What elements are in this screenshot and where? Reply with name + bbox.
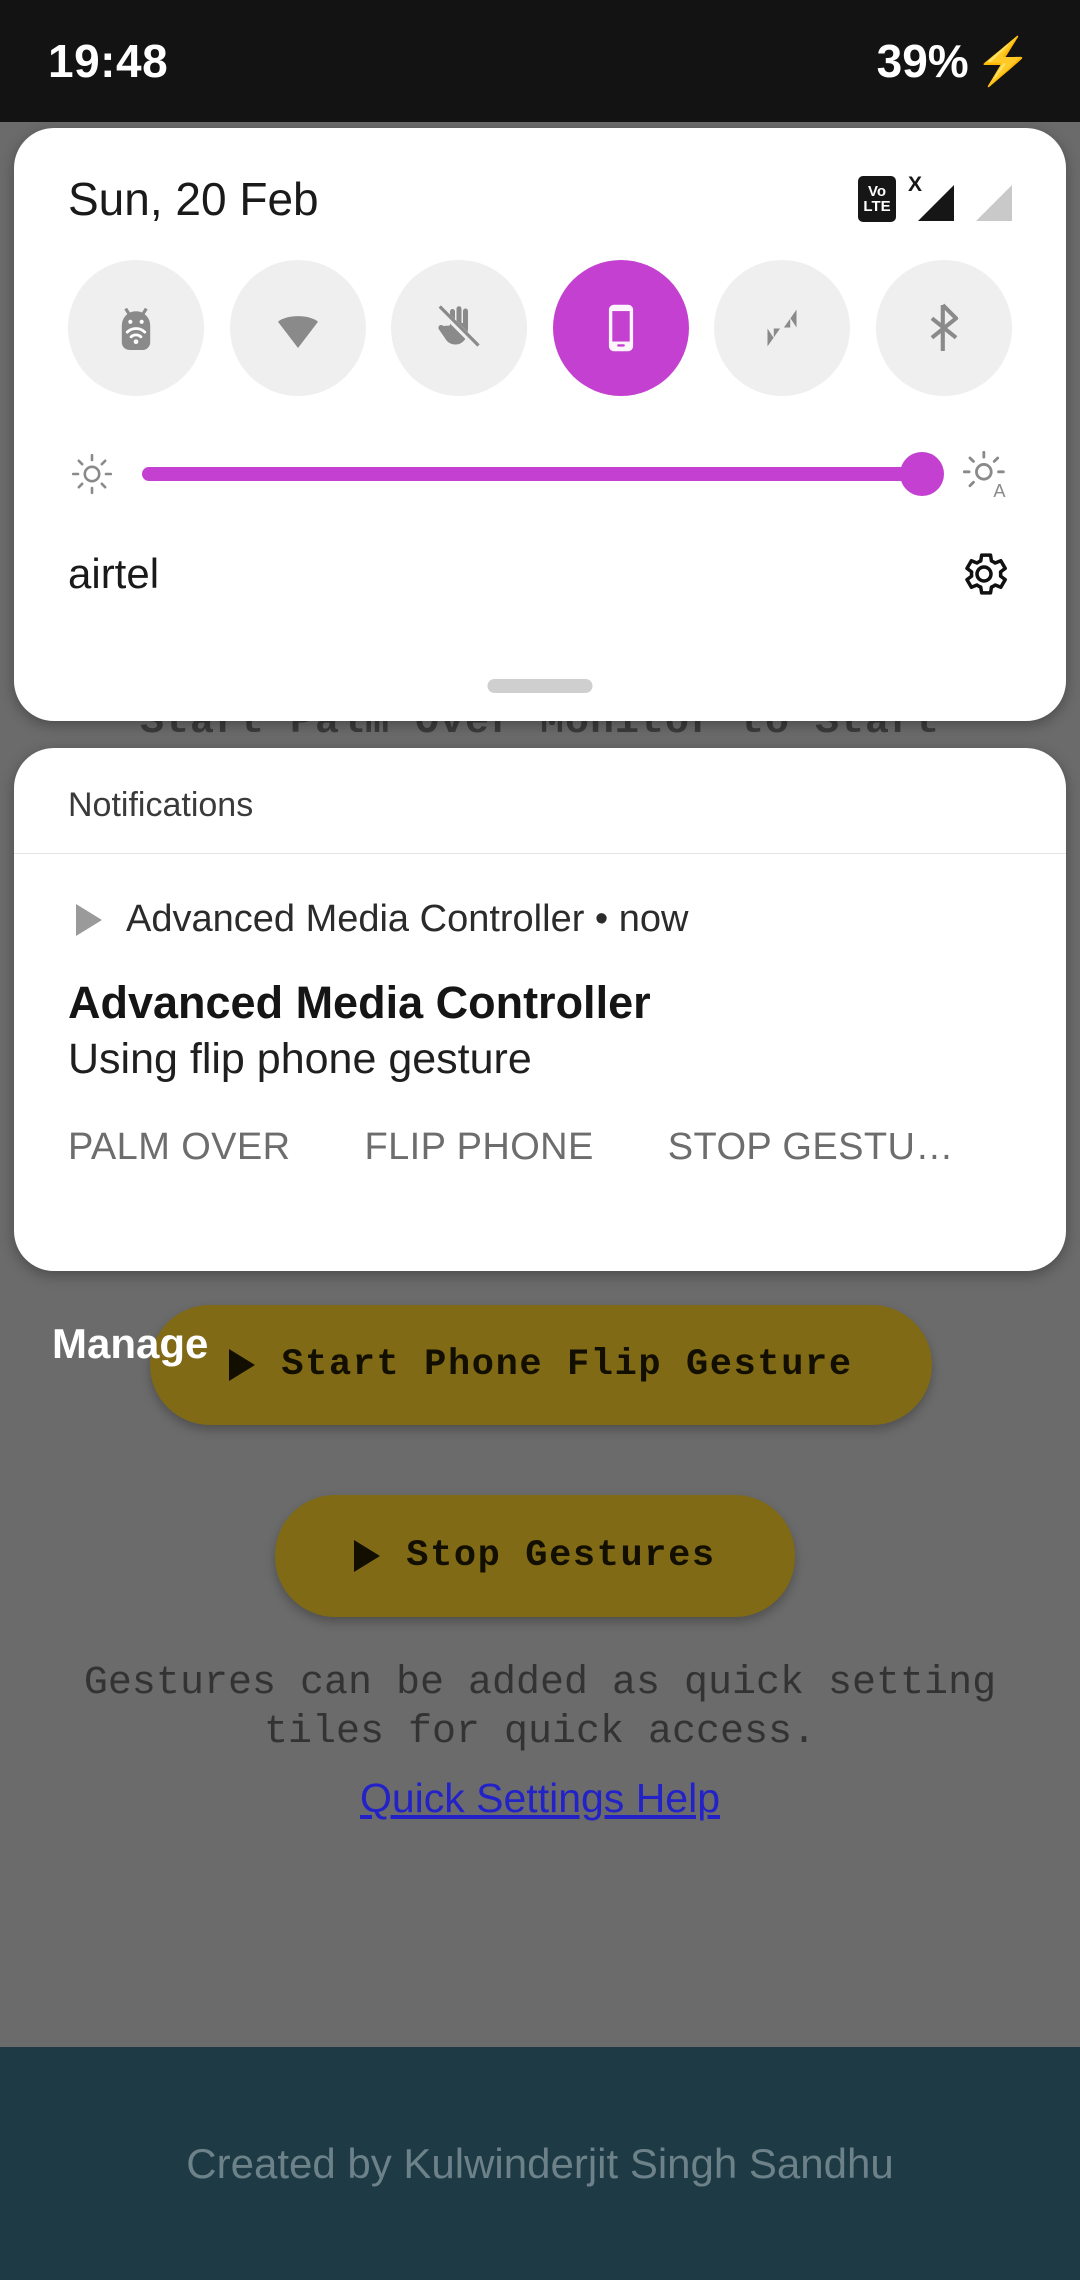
carrier-label: airtel (68, 550, 160, 597)
status-bar: 19:48 39% ⚡ (0, 0, 1080, 122)
volte-icon-bottom: LTE (863, 198, 891, 215)
phone-icon (608, 304, 633, 352)
gear-icon[interactable] (956, 546, 1012, 602)
wifi-tile[interactable] (229, 260, 366, 396)
volte-icon: Vo LTE (858, 176, 896, 222)
status-bar-clock: 19:48 (48, 35, 169, 87)
android-share-tile[interactable] (68, 260, 204, 396)
notification-item[interactable]: Advanced Media Controller • now Advanced… (14, 854, 1066, 1169)
hand-slash-icon (436, 305, 482, 351)
notification-app-name: Advanced Media Controller • now (126, 898, 689, 940)
notification-action-stop-gestures[interactable]: STOP GESTU… (668, 1126, 954, 1169)
notification-app-row: Advanced Media Controller • now (14, 854, 1066, 941)
notification-text: Using flip phone gesture (68, 1035, 532, 1083)
palm-over-tile[interactable] (391, 260, 528, 396)
brightness-auto-icon[interactable]: A (960, 448, 1012, 500)
quick-settings-header: Sun, 20 Feb Vo LTE X (14, 128, 1066, 226)
quick-settings-status-icons: Vo LTE X (858, 173, 1012, 223)
quick-settings-drag-handle[interactable] (487, 679, 593, 693)
signal-triangle-icon (918, 185, 954, 221)
manage-notifications-button[interactable]: Manage (52, 1320, 208, 1368)
brightness-low-icon (71, 453, 113, 495)
brightness-slider[interactable] (142, 452, 944, 496)
brightness-slider-thumb[interactable] (900, 452, 944, 496)
notification-action-flip-phone[interactable]: FLIP PHONE (365, 1126, 594, 1169)
quick-settings-panel: Sun, 20 Feb Vo LTE X A airtel (14, 128, 1066, 721)
notification-panel: Notifications Advanced Media Controller … (14, 748, 1066, 1271)
notification-action-palm-over[interactable]: PALM OVER (68, 1126, 291, 1169)
expand-triangle-icon[interactable] (76, 903, 102, 936)
android-wifi-icon (121, 307, 151, 350)
svg-text:A: A (993, 481, 1006, 500)
bluetooth-icon (930, 303, 959, 351)
notifications-header: Notifications (14, 748, 1066, 854)
data-transfer-tile[interactable] (714, 260, 851, 396)
signal-triangle-dim-icon (976, 185, 1012, 221)
bolt-icon: ⚡ (974, 34, 1032, 87)
signal-bars-secondary-icon (964, 175, 1012, 223)
brightness-slider-row: A (14, 396, 1066, 500)
status-bar-right: 39% ⚡ (877, 34, 1032, 89)
data-arrows-icon (767, 308, 797, 348)
phone-flip-tile[interactable] (552, 260, 689, 396)
quick-settings-date: Sun, 20 Feb (68, 173, 319, 225)
volte-icon-top: Vo (867, 183, 887, 200)
bluetooth-tile[interactable] (875, 260, 1012, 396)
signal-bars-icon: X (906, 173, 954, 223)
notification-title: Advanced Media Controller (68, 977, 651, 1028)
quick-settings-tiles (14, 226, 1066, 396)
quick-settings-footer: airtel (14, 500, 1066, 602)
wifi-icon (277, 316, 318, 348)
notification-actions: PALM OVER FLIP PHONE STOP GESTU… (14, 1084, 1066, 1169)
battery-percent-label: 39% (876, 35, 969, 87)
